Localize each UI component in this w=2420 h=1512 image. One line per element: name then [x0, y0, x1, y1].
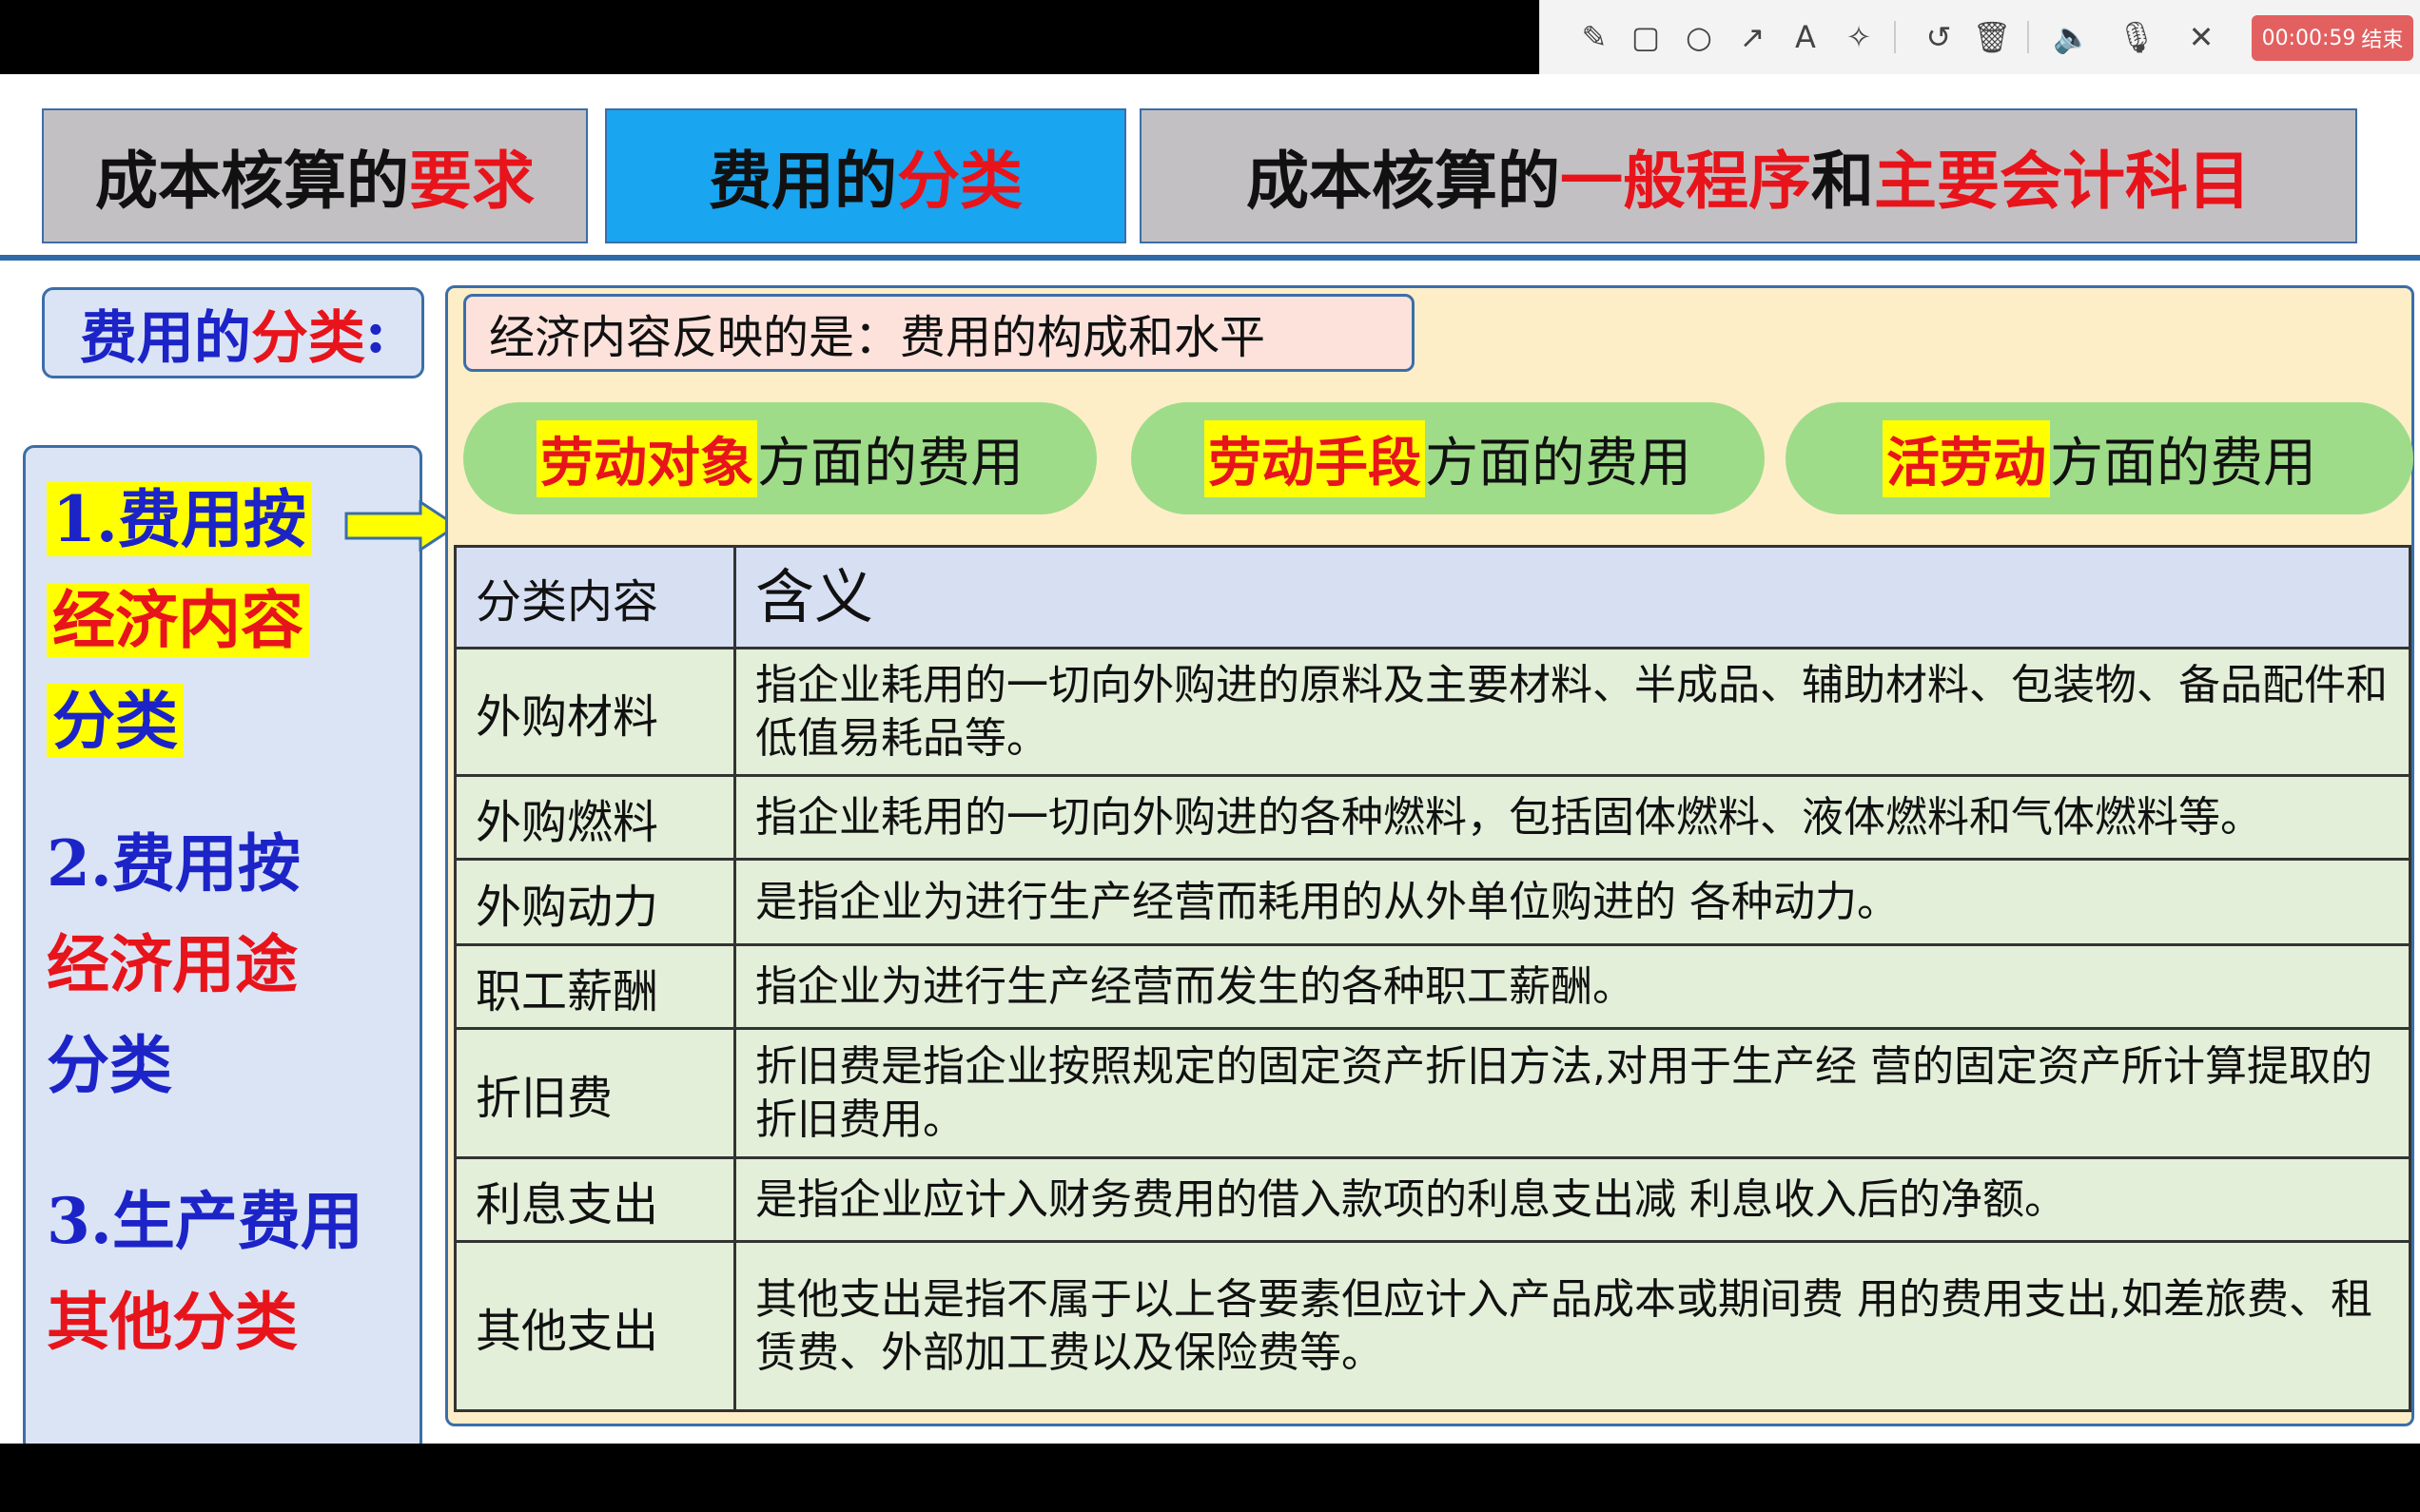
header-category: 分类内容 [454, 545, 736, 649]
timer-text: 00:00:59 [2261, 26, 2356, 50]
text-icon[interactable]: A [1782, 13, 1829, 61]
pencil-icon[interactable]: ✎ [1571, 13, 1618, 61]
label-colon: : [364, 300, 387, 366]
tab-text: 成本核算的 [1246, 144, 1560, 218]
menu-line: 分类 [47, 1028, 172, 1102]
menu-line: 其他分类 [47, 1285, 298, 1359]
menu-item-other[interactable]: 3.生产费用 其他分类 [47, 1171, 363, 1372]
tab-cost-requirements[interactable]: 成本核算的 要求 [42, 108, 588, 243]
table-row: 其他支出 其他支出是指不属于以上各要素但应计入产品成本或期间费 用的费用支出,如… [454, 1240, 2411, 1412]
label-text: 费用的 [79, 304, 251, 372]
arrow-right-icon [344, 500, 459, 552]
arrow-icon[interactable]: ↗ [1728, 13, 1776, 61]
table-row: 折旧费 折旧费是指企业按照规定的固定资产折旧方法,对用于生产经 营的固定资产所计… [454, 1027, 2411, 1159]
label-highlight: 分类 [250, 304, 365, 372]
menu-line: 分类 [47, 684, 184, 758]
divider-line [0, 255, 2420, 261]
pill-labor-object: 劳动对象 方面的费用 [463, 402, 1097, 514]
tab-highlight: 一般程序 [1560, 144, 1811, 218]
row-category: 职工薪酬 [454, 943, 736, 1030]
expense-table: 分类内容 含义 外购材料 指企业耗用的一切向外购进的原料及主要材料、半成品、辅助… [454, 545, 2411, 1412]
toolbar-divider [1894, 21, 1896, 53]
pill-labor-means: 劳动手段 方面的费用 [1131, 402, 1765, 514]
table-row: 外购动力 是指企业为进行生产经营而耗用的从外单位购进的 各种动力。 [454, 858, 2411, 946]
rectangle-icon[interactable]: ▢ [1622, 13, 1669, 61]
microphone-icon[interactable]: 🎙 [2113, 13, 2160, 61]
pill-living-labor: 活劳动 方面的费用 [1786, 402, 2413, 514]
table-row: 外购燃料 指企业耗用的一切向外购进的各种燃料，包括固体燃料、液体燃料和气体燃料等… [454, 774, 2411, 861]
table-row: 利息支出 是指企业应计入财务费用的借入款项的利息支出减 利息收入后的净额。 [454, 1156, 2411, 1243]
menu-line: 1.费用按 [47, 482, 312, 556]
row-category: 其他支出 [454, 1240, 736, 1412]
table-header-row: 分类内容 含义 [454, 545, 2411, 649]
pill-highlight: 活劳动 [1883, 419, 2050, 497]
tab-highlight: 分类 [897, 144, 1023, 218]
table-row: 外购材料 指企业耗用的一切向外购进的原料及主要材料、半成品、辅助材料、包装物、备… [454, 647, 2411, 777]
pill-text: 方面的费用 [1425, 432, 1691, 494]
classification-menu: 1.费用按 经济内容 分类 2.费用按 经济用途 分类 3.生产费用 其他分类 [23, 445, 422, 1453]
table-row: 职工薪酬 指企业为进行生产经营而发生的各种职工薪酬。 [454, 943, 2411, 1030]
end-label: 结束 [2361, 29, 2404, 52]
tab-text: 和 [1811, 144, 1874, 218]
tab-highlight: 要求 [409, 144, 535, 218]
row-meaning: 指企业耗用的一切向外购进的各种燃料，包括固体燃料、液体燃料和气体燃料等。 [733, 774, 2411, 861]
row-meaning: 其他支出是指不属于以上各要素但应计入产品成本或期间费 用的费用支出,如差旅费、租… [733, 1240, 2411, 1412]
row-category: 外购动力 [454, 858, 736, 946]
slide: 成本核算的 要求 费用的 分类 成本核算的 一般程序和主要会计科目 费用的 分类: 1.… [0, 74, 2420, 1453]
row-meaning: 指企业为进行生产经营而发生的各种职工薪酬。 [733, 943, 2411, 1030]
tab-text: 成本核算的 [95, 144, 409, 218]
row-meaning: 指企业耗用的一切向外购进的原料及主要材料、半成品、辅助材料、包装物、备品配件和低… [733, 647, 2411, 777]
recording-toolbar: ✎ ▢ ○ ↗ A ✧ ↺ 🗑 🔈 🎙 ✕ 00:00:59 结束 [1539, 0, 2420, 74]
pill-highlight: 劳动对象 [537, 419, 757, 497]
content-panel: 经济内容反映的是：费用的构成和水平 劳动对象 方面的费用 劳动手段 方面的费用 活劳… [445, 285, 2414, 1426]
pill-text: 方面的费用 [2050, 432, 2316, 494]
menu-line: 3.生产费用 [47, 1184, 363, 1258]
pill-text: 方面的费用 [757, 432, 1024, 494]
speaker-icon[interactable]: 🔈 [2048, 13, 2096, 61]
menu-item-economic-content[interactable]: 1.费用按 经济内容 分类 [47, 469, 312, 771]
circle-icon[interactable]: ○ [1675, 13, 1723, 61]
row-meaning: 折旧费是指企业按照规定的固定资产折旧方法,对用于生产经 营的固定资产所计算提取的… [733, 1027, 2411, 1159]
row-category: 利息支出 [454, 1156, 736, 1243]
pill-highlight: 劳动手段 [1204, 419, 1425, 497]
row-category: 外购材料 [454, 647, 736, 777]
row-meaning: 是指企业为进行生产经营而耗用的从外单位购进的 各种动力。 [733, 858, 2411, 946]
tab-general-procedure[interactable]: 成本核算的 一般程序和主要会计科目 [1140, 108, 2357, 243]
tab-highlight: 主要会计科目 [1874, 144, 2251, 218]
menu-line: 2.费用按 [47, 826, 301, 901]
menu-line: 经济内容 [47, 583, 309, 657]
close-icon[interactable]: ✕ [2177, 13, 2225, 61]
end-recording-button[interactable]: 00:00:59 结束 [2252, 15, 2413, 61]
menu-item-economic-use[interactable]: 2.费用按 经济用途 分类 [47, 813, 301, 1115]
menu-line: 经济用途 [47, 927, 298, 1001]
tab-text: 费用的 [709, 144, 897, 218]
row-category: 折旧费 [454, 1027, 736, 1159]
tab-expense-classification[interactable]: 费用的 分类 [605, 108, 1126, 243]
header-meaning: 含义 [733, 545, 2411, 649]
toolbar-divider [2027, 21, 2029, 53]
section-label: 费用的 分类: [42, 287, 424, 378]
undo-icon[interactable]: ↺ [1915, 13, 1962, 61]
reflect-note: 经济内容反映的是：费用的构成和水平 [463, 294, 1415, 372]
bottom-bar [0, 1444, 2420, 1512]
row-category: 外购燃料 [454, 774, 736, 861]
row-meaning: 是指企业应计入财务费用的借入款项的利息支出减 利息收入后的净额。 [733, 1156, 2411, 1243]
trash-icon[interactable]: 🗑 [1968, 13, 2016, 61]
magic-wand-icon[interactable]: ✧ [1835, 13, 1883, 61]
